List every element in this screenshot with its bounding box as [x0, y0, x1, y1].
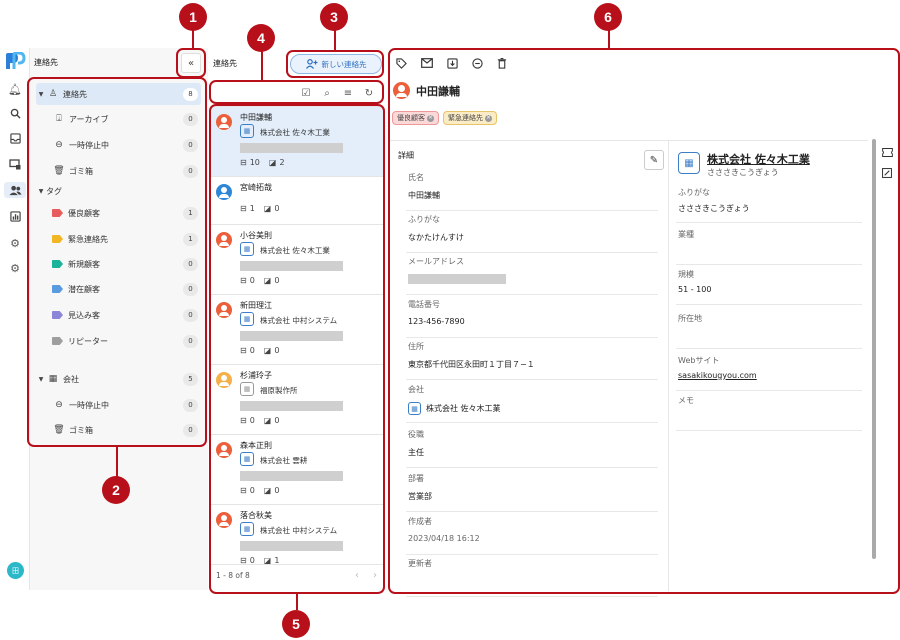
monitor-icon[interactable]	[7, 156, 23, 172]
leader-6	[608, 30, 610, 48]
chart-icon[interactable]	[7, 208, 23, 224]
leader-5	[296, 594, 298, 610]
inbox-icon[interactable]	[7, 130, 23, 146]
callout-badge-1: 1	[179, 3, 207, 31]
leader-1	[192, 30, 194, 48]
callout-badge-5: 5	[282, 610, 310, 638]
callout-badge-2: 2	[102, 476, 130, 504]
callout-badge-6: 6	[594, 3, 622, 31]
app-rail: 🔔︎ ⚙︎ ⚙︎ 田	[0, 48, 30, 590]
contacts-icon[interactable]	[4, 182, 26, 198]
leader-2	[116, 447, 118, 477]
callout-box-6	[388, 48, 900, 594]
callout-badge-3: 3	[320, 3, 348, 31]
bell-icon[interactable]: 🔔︎	[7, 81, 23, 97]
settings-group-icon[interactable]: ⚙︎	[7, 235, 23, 251]
leader-3	[334, 30, 336, 50]
callout-badge-4: 4	[247, 24, 275, 52]
callout-box-3	[286, 50, 384, 78]
leader-4	[261, 50, 263, 80]
list-title: 連絡先	[213, 59, 237, 68]
callout-box-1	[176, 48, 206, 78]
callout-box-4	[209, 80, 384, 104]
search-icon[interactable]	[7, 105, 23, 121]
user-avatar[interactable]: 田	[7, 562, 24, 579]
logo-icon[interactable]	[4, 52, 26, 70]
callout-box-2	[27, 77, 207, 447]
callout-box-5	[209, 104, 385, 594]
nav-title: 連絡先	[34, 58, 58, 67]
settings-icon[interactable]: ⚙︎	[7, 260, 23, 276]
